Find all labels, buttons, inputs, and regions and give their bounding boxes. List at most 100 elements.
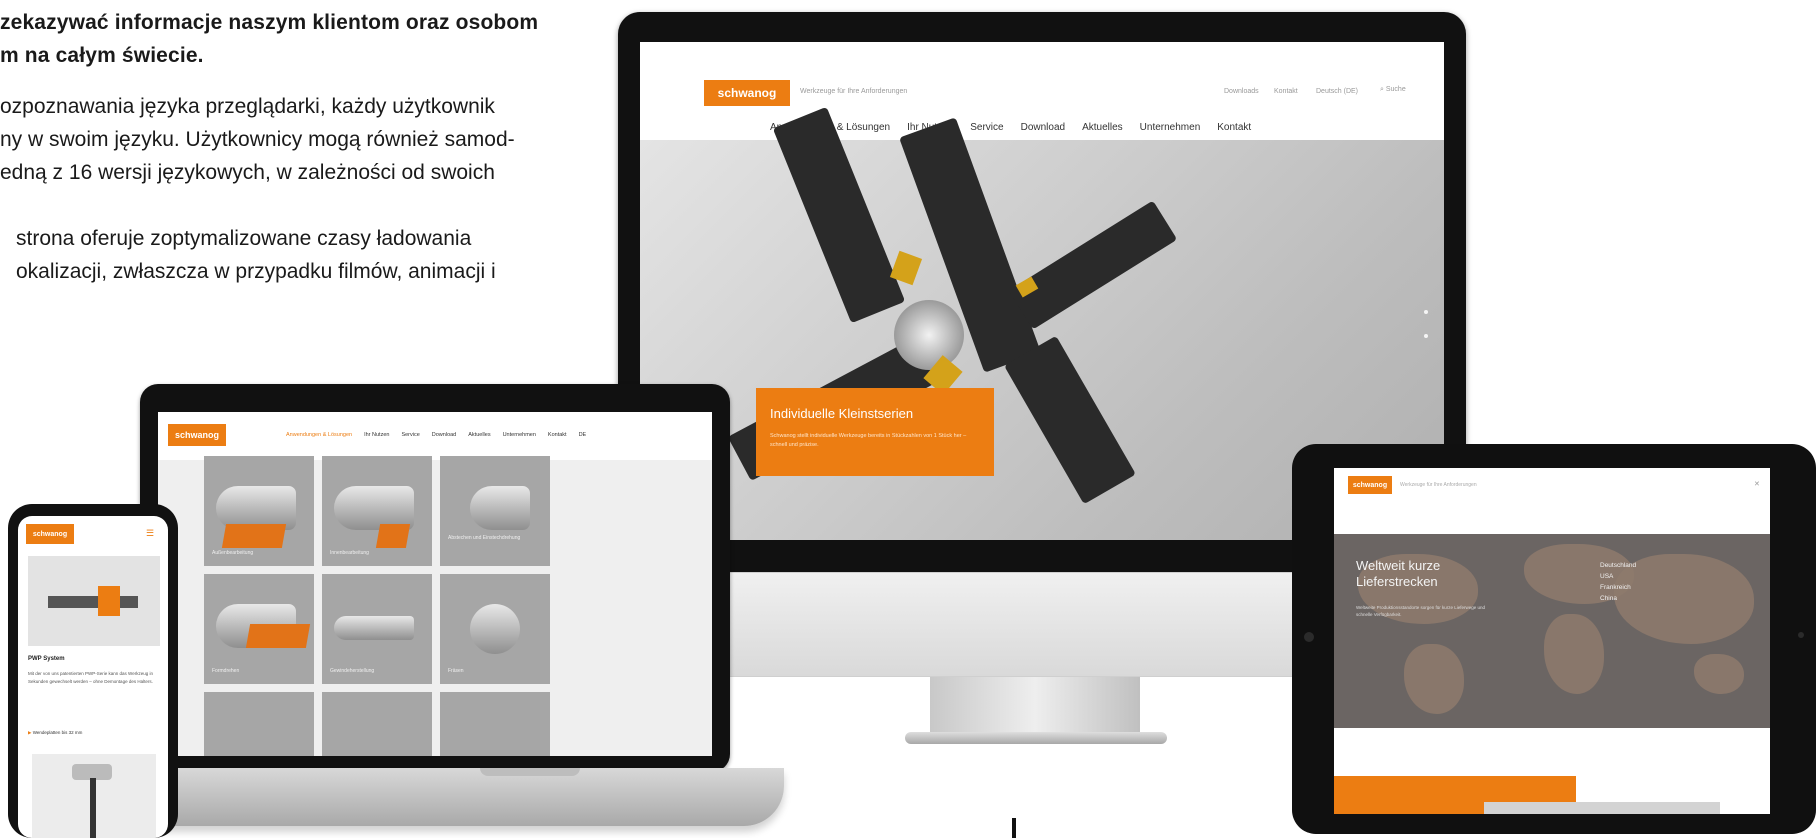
country-link[interactable]: Frankreich [1600, 582, 1636, 593]
site-header: schwanog Anwendungen & Lösungen Ihr Nutz… [158, 412, 712, 460]
application-tile[interactable]: Fräsen [440, 574, 550, 684]
tile-caption: Formdrehen [212, 668, 240, 674]
laptop-device: schwanog Anwendungen & Lösungen Ihr Nutz… [140, 384, 730, 772]
brand-logo[interactable]: schwanog [704, 80, 790, 106]
slider-dot[interactable] [1424, 310, 1428, 314]
country-link[interactable]: USA [1600, 571, 1636, 582]
tool-image [48, 596, 138, 608]
language-select[interactable]: DE [579, 432, 587, 438]
application-tile[interactable] [322, 692, 432, 756]
phone-device: schwanog ☰ PWP System Mit der von uns pa… [8, 504, 178, 838]
chip-image [245, 624, 311, 648]
article-lead: zekazywać informacje naszym klientom ora… [0, 6, 538, 72]
article-text: zekazywać informacje naszym klientom ora… [0, 0, 600, 400]
map-landmass [1404, 644, 1464, 714]
nav-item[interactable]: Ihr Nutzen [364, 432, 389, 438]
application-tile[interactable]: Formdrehen [204, 574, 314, 684]
application-tile[interactable]: Innenbearbeitung [322, 456, 432, 566]
tool-holder-image [1004, 335, 1136, 505]
nav-item[interactable]: Download [1021, 122, 1065, 133]
site-tagline: Werkzeuge für Ihre Anforderungen [1400, 482, 1477, 488]
divider-mark [1012, 818, 1016, 838]
laptop-base [104, 768, 784, 826]
map-title: Weltweit kurze Lieferstrecken [1356, 558, 1441, 589]
tile-caption: Gewindeherstellung [330, 668, 375, 674]
util-link[interactable]: Kontakt [1274, 88, 1298, 95]
product-feature: ▶ Wendeplatten bis 32 mm [28, 730, 82, 736]
tool-image [334, 616, 414, 640]
tool-image [90, 778, 96, 838]
chip-image [221, 524, 287, 548]
tablet-screen: schwanog Werkzeuge für Ihre Anforderunge… [1334, 468, 1770, 814]
laptop-screen: schwanog Anwendungen & Lösungen Ihr Nutz… [158, 412, 712, 756]
nav-item[interactable]: Aktuelles [1082, 122, 1123, 133]
nav-item[interactable]: Unternehmen [1140, 122, 1201, 133]
chip-image [375, 524, 411, 548]
application-tile[interactable] [204, 692, 314, 756]
country-link[interactable]: Deutschland [1600, 560, 1636, 571]
tool-image [470, 604, 520, 654]
phone-screen: schwanog ☰ PWP System Mit der von uns pa… [18, 516, 168, 838]
brand-logo[interactable]: schwanog [168, 424, 226, 446]
nav-item-active[interactable]: Anwendungen & Lösungen [286, 432, 352, 438]
hero-text: Schwanog stellt individuelle Werkzeuge b… [770, 433, 967, 448]
country-link[interactable]: China [1600, 593, 1636, 604]
search-label: Suche [1385, 86, 1406, 93]
tool-holder-image [1008, 200, 1178, 330]
hero-title: Individuelle Kleinstserien [770, 406, 914, 421]
grey-banner [1484, 802, 1720, 814]
nav-item[interactable]: Service [970, 122, 1003, 133]
paragraph-line: ny w swoim języku. Użytkownicy mogą równ… [0, 128, 515, 151]
nav-item[interactable]: Service [401, 432, 419, 438]
tile-caption: Abstechen und Einstechdrehung [448, 535, 521, 541]
paragraph-line: ozpoznawania języka przeglądarki, każdy … [0, 95, 495, 118]
map-landmass [1694, 654, 1744, 694]
util-link[interactable]: Downloads [1224, 88, 1259, 95]
application-tile[interactable]: Abstechen und Einstechdrehung [440, 456, 550, 566]
nav-item[interactable]: Download [432, 432, 456, 438]
brand-logo[interactable]: schwanog [1348, 476, 1392, 494]
slider-dot[interactable] [1424, 334, 1428, 338]
tool-hub-image [894, 300, 964, 370]
product-description: Mit der von uns patentierten PWP-Serie k… [28, 671, 153, 684]
tile-caption: Außenbearbeitung [212, 550, 254, 556]
imac-stand-foot [905, 732, 1167, 744]
camera-icon [1798, 632, 1804, 638]
search-link[interactable]: ⌕ Suche [1380, 86, 1406, 94]
feature-text: Wendeplatten bis 32 mm [32, 730, 83, 735]
main-nav: Anwendungen & Lösungen Ihr Nutzen Servic… [286, 432, 586, 438]
nav-item[interactable]: Kontakt [1217, 122, 1251, 133]
site-header: schwanog Werkzeuge für Ihre Anforderunge… [640, 42, 1444, 140]
paragraph-line: edną z 16 wersji językowych, w zależnośc… [0, 161, 495, 184]
nav-item[interactable]: Unternehmen [503, 432, 536, 438]
paragraph-line: okalizacji, zwłaszcza w przypadku filmów… [16, 260, 496, 283]
world-map: Weltweit kurze Lieferstrecken Weltweite … [1334, 534, 1770, 728]
menu-icon[interactable]: ☰ [146, 528, 154, 539]
map-landmass [1544, 614, 1604, 694]
language-select[interactable]: Deutsch (DE) [1316, 88, 1358, 95]
article-paragraph-2: strona oferuje zoptymalizowane czasy ład… [16, 222, 496, 288]
lead-line: zekazywać informacje naszym klientom ora… [0, 11, 539, 34]
brand-logo[interactable]: schwanog [26, 524, 74, 544]
map-description: Weltweite Produktionsstandorte sorgen fü… [1356, 605, 1485, 617]
product-image [32, 754, 156, 838]
article-paragraph-1: ozpoznawania języka przeglądarki, każdy … [0, 90, 515, 189]
tablet-device: schwanog Werkzeuge für Ihre Anforderunge… [1292, 444, 1816, 834]
tool-image [470, 486, 530, 530]
hero-card[interactable]: Individuelle Kleinstserien Schwanog stel… [756, 388, 994, 476]
product-image [28, 556, 160, 646]
nav-item[interactable]: Kontakt [548, 432, 567, 438]
tool-holder-image [772, 106, 906, 324]
application-tile[interactable]: Außenbearbeitung [204, 456, 314, 566]
country-list: Deutschland USA Frankreich China [1600, 560, 1636, 604]
close-icon[interactable]: ✕ [1754, 480, 1760, 488]
nav-item[interactable]: Aktuelles [468, 432, 490, 438]
lead-line: m na całym świecie. [0, 44, 204, 67]
home-button [1304, 632, 1314, 642]
application-tile[interactable]: Gewindeherstellung [322, 574, 432, 684]
application-tile[interactable] [440, 692, 550, 756]
imac-stand [930, 677, 1140, 739]
main-nav: Anwendungen & Lösungen Ihr Nutzen Servic… [770, 122, 1251, 133]
laptop-notch [480, 768, 580, 776]
tile-caption: Innenbearbeitung [330, 550, 369, 556]
